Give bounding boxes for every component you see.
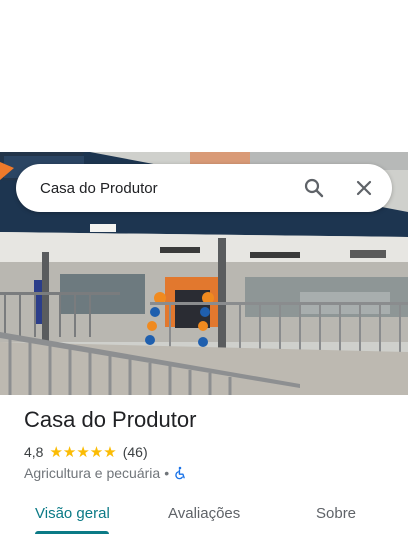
- rating-value: 4,8: [24, 444, 44, 460]
- review-count: (46): [122, 444, 148, 460]
- place-info-sheet: Casa do Produtor 4,8 ★★★★★ (46) Agricult…: [0, 395, 408, 544]
- active-tab-indicator: [35, 531, 109, 534]
- separator-dot: •: [164, 465, 170, 481]
- map-area: [0, 0, 408, 152]
- wheelchair-accessible-icon: [173, 466, 187, 480]
- search-input[interactable]: Casa do Produtor: [40, 180, 392, 197]
- star-rating-icon: ★★★★★: [49, 444, 117, 461]
- category-label: Agricultura e pecuária: [24, 465, 161, 481]
- place-title: Casa do Produtor: [24, 407, 197, 432]
- rating-row[interactable]: 4,8 ★★★★★ (46): [24, 443, 148, 461]
- place-tabs: Visão geral Avaliações Sobre: [0, 501, 408, 541]
- close-icon[interactable]: [352, 176, 376, 200]
- search-icon[interactable]: [302, 176, 326, 200]
- tab-about[interactable]: Sobre: [316, 505, 356, 522]
- tab-overview[interactable]: Visão geral: [35, 505, 110, 522]
- search-bar[interactable]: Casa do Produtor: [16, 164, 392, 212]
- tab-reviews[interactable]: Avaliações: [168, 505, 240, 522]
- category-row: Agricultura e pecuária •: [24, 465, 187, 481]
